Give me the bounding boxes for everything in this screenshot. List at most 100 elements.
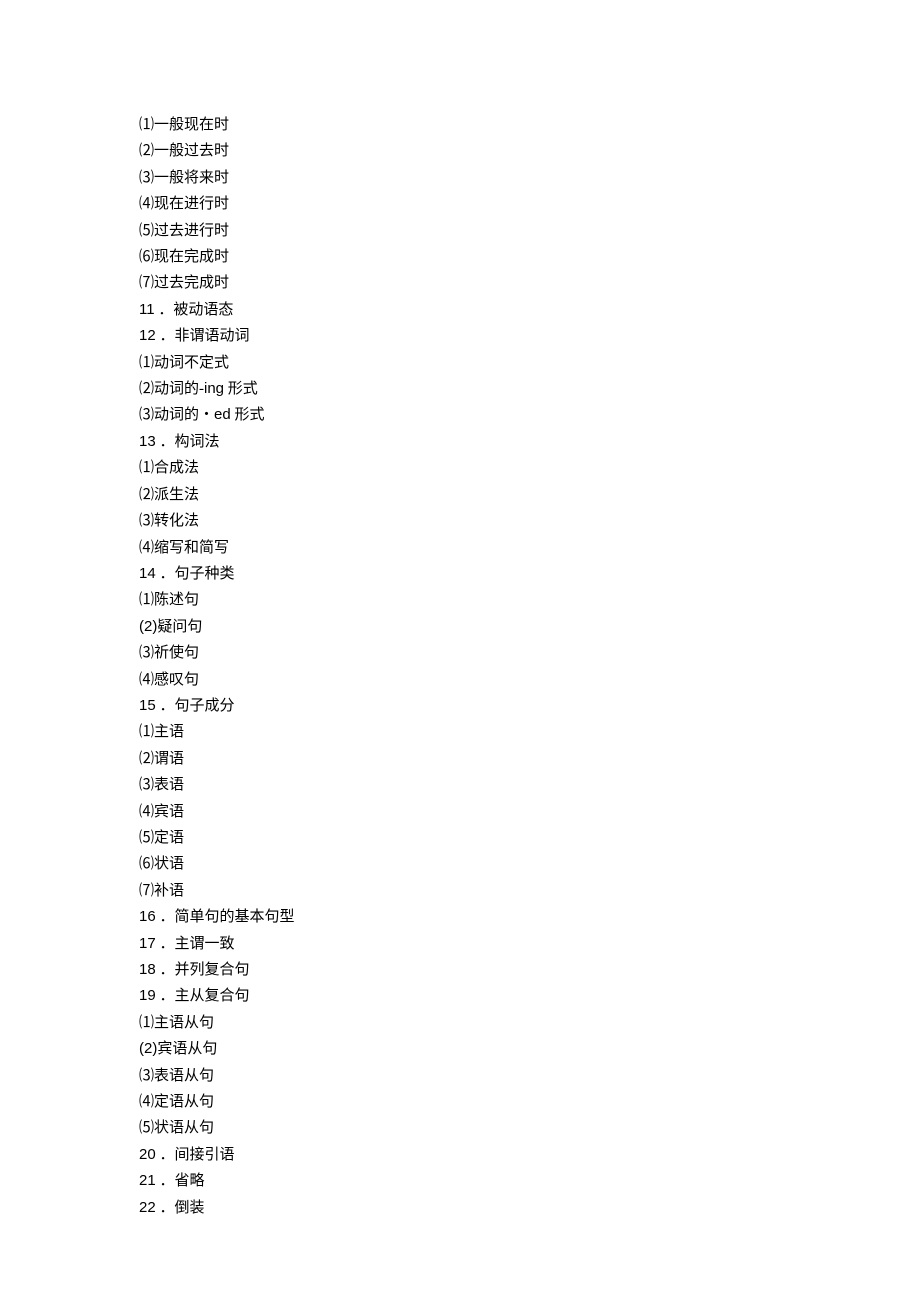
line-text: ⑹状语 (139, 856, 184, 872)
line-text: ing (204, 380, 224, 397)
text-line: ⑴一般现在时 (139, 112, 920, 138)
text-line: ⑶转化法 (139, 508, 920, 534)
text-line: ⑵一般过去时 (139, 138, 920, 164)
line-text: ⑸定语 (139, 830, 184, 846)
line-text: (2) (139, 618, 157, 635)
line-text: ⑶表语从句 (139, 1068, 214, 1084)
line-number: 11 (139, 301, 155, 318)
text-line: 22 ．倒装 (139, 1195, 920, 1221)
text-line: ⑷宾语 (139, 799, 920, 825)
line-text: ．并列复合句 (156, 962, 250, 978)
line-text: ⑴合成法 (139, 460, 199, 476)
line-text: ed (214, 406, 231, 423)
line-text: ⑴动词不定式 (139, 355, 229, 371)
line-text: ⑷定语从句 (139, 1094, 214, 1110)
line-number: 14 (139, 565, 156, 582)
text-line: 19 ．主从复合句 (139, 983, 920, 1009)
line-text: ．构词法 (156, 434, 220, 450)
line-number: 18 (139, 961, 156, 978)
line-text: ⑺补语 (139, 883, 184, 899)
text-line: 15 ．句子成分 (139, 693, 920, 719)
text-line: ⑵派生法 (139, 482, 920, 508)
line-text: ⑸过去进行时 (139, 223, 229, 239)
text-line: ⑶表语从句 (139, 1063, 920, 1089)
line-text: ⑵动词的- (139, 381, 204, 397)
text-line: ⑷缩写和简写 (139, 535, 920, 561)
line-text: 形式 (224, 381, 258, 397)
text-line: ⑷现在进行时 (139, 191, 920, 217)
line-text: ⑴一般现在时 (139, 117, 229, 133)
text-line: ⑷定语从句 (139, 1089, 920, 1115)
line-text: ．句子种类 (156, 566, 235, 582)
line-text: ⑷现在进行时 (139, 196, 229, 212)
text-line: 18 ．并列复合句 (139, 957, 920, 983)
line-text: ．句子成分 (156, 698, 235, 714)
text-line: 13 ．构词法 (139, 429, 920, 455)
line-text: ．倒装 (156, 1200, 205, 1216)
text-line: ⑸定语 (139, 825, 920, 851)
line-number: 17 (139, 935, 156, 952)
text-line: ⑶动词的・ed 形式 (139, 402, 920, 428)
text-line: 14 ．句子种类 (139, 561, 920, 587)
line-text: ．主从复合句 (156, 988, 250, 1004)
line-text: ⑶表语 (139, 777, 184, 793)
line-text: ⑵派生法 (139, 487, 199, 503)
text-line: ⑴主语从句 (139, 1010, 920, 1036)
text-line: ⑴合成法 (139, 455, 920, 481)
text-line: (2)宾语从句 (139, 1036, 920, 1062)
line-text: ⑹现在完成时 (139, 249, 229, 265)
line-text: ．主谓一致 (156, 936, 235, 952)
line-text: ．非谓语动词 (156, 328, 250, 344)
text-line: 21 ．省略 (139, 1168, 920, 1194)
line-text: ⑷缩写和简写 (139, 540, 229, 556)
text-line: ⑸过去进行时 (139, 218, 920, 244)
text-line: ⑴陈述句 (139, 587, 920, 613)
line-text: ⑶转化法 (139, 513, 199, 529)
text-line: ⑴动词不定式 (139, 350, 920, 376)
line-text: ⑴主语从句 (139, 1015, 214, 1031)
line-text: ⑷宾语 (139, 804, 184, 820)
line-text: ⑶祈使句 (139, 645, 199, 661)
line-number: 16 (139, 908, 156, 925)
text-line: ⑹现在完成时 (139, 244, 920, 270)
text-line: ⑺过去完成时 (139, 270, 920, 296)
text-line: 11 ．被动语态 (139, 297, 920, 323)
text-line: (2)疑问句 (139, 614, 920, 640)
line-text: ．简单句的基本句型 (156, 909, 295, 925)
line-number: 12 (139, 327, 156, 344)
line-text: ⑵一般过去时 (139, 143, 229, 159)
line-text: ．被动语态 (155, 302, 234, 318)
line-text: 形式 (231, 407, 265, 423)
text-line: 20 ．间接引语 (139, 1142, 920, 1168)
text-line: ⑺补语 (139, 878, 920, 904)
line-text: ．间接引语 (156, 1147, 235, 1163)
text-line: ⑶表语 (139, 772, 920, 798)
text-line: 17 ．主谓一致 (139, 931, 920, 957)
line-text: ⑶一般将来时 (139, 170, 229, 186)
document-page: ⑴一般现在时 ⑵一般过去时 ⑶一般将来时 ⑷现在进行时 ⑸过去进行时 ⑹现在完成时 ⑺过去完… (0, 0, 920, 1221)
line-text: ⑸状语从句 (139, 1120, 214, 1136)
line-text: ⑵谓语 (139, 751, 184, 767)
text-line: ⑶祈使句 (139, 640, 920, 666)
line-number: 19 (139, 987, 156, 1004)
text-line: ⑶一般将来时 (139, 165, 920, 191)
line-number: 13 (139, 433, 156, 450)
line-text: ⑴陈述句 (139, 592, 199, 608)
line-number: 15 (139, 697, 156, 714)
text-line: ⑵谓语 (139, 746, 920, 772)
line-text: 宾语从句 (157, 1041, 217, 1057)
line-text: ⑴主语 (139, 724, 184, 740)
line-text: ．省略 (156, 1173, 205, 1189)
line-text: (2) (139, 1040, 157, 1057)
text-line: 12 ．非谓语动词 (139, 323, 920, 349)
line-text: ⑶动词的・ (139, 407, 214, 423)
text-line: ⑵动词的-ing 形式 (139, 376, 920, 402)
line-text: 疑问句 (157, 619, 202, 635)
text-line: ⑹状语 (139, 851, 920, 877)
line-text: ⑷感叹句 (139, 672, 199, 688)
line-number: 20 (139, 1146, 156, 1163)
line-number: 22 (139, 1199, 156, 1216)
line-number: 21 (139, 1172, 156, 1189)
text-line: ⑸状语从句 (139, 1115, 920, 1141)
text-line: 16 ．简单句的基本句型 (139, 904, 920, 930)
